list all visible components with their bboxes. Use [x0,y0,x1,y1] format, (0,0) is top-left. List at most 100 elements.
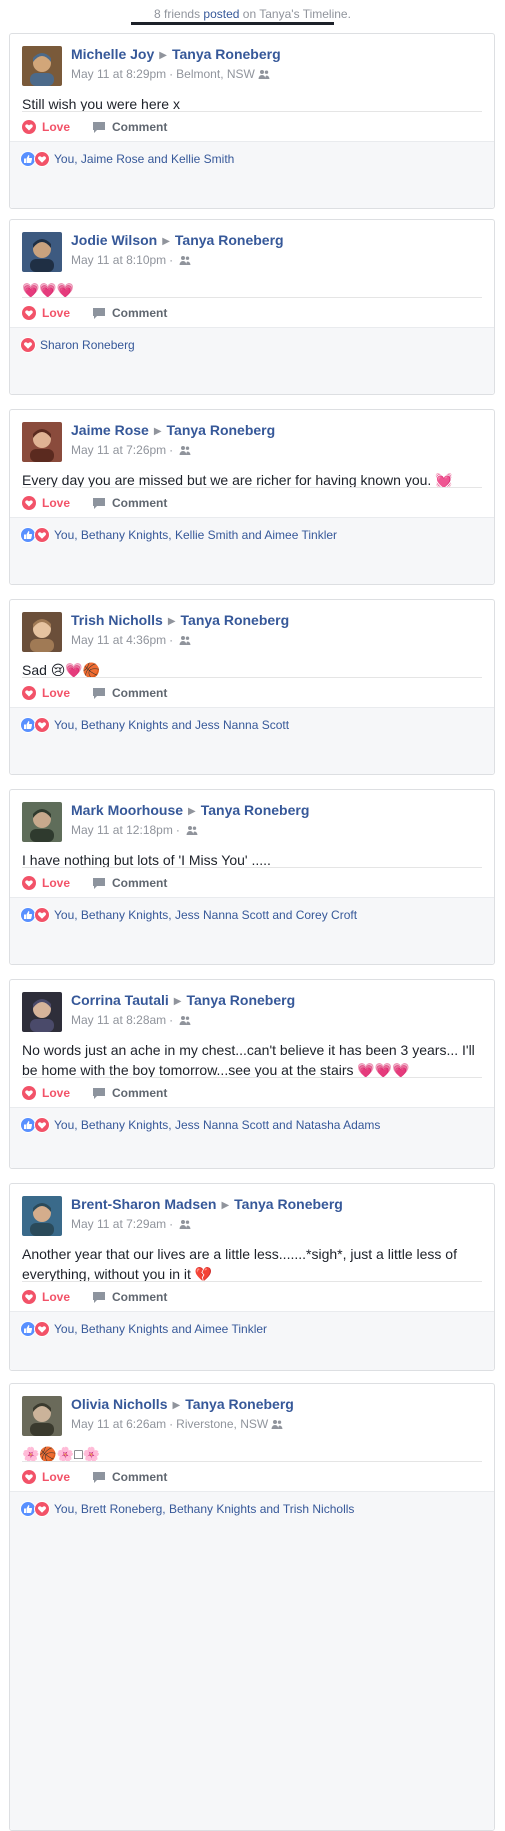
love-label: Love [42,306,71,320]
target-link[interactable]: Tanya Roneberg [185,1396,294,1412]
separator-dot: · [169,443,174,457]
avatar[interactable] [22,422,62,462]
post-card: Jaime Rose ▶ Tanya Roneberg May 11 at 7:26p… [9,409,495,585]
friends-count-link[interactable]: 8 friends [154,7,200,21]
arrow-right-icon: ▶ [167,616,176,627]
reactions-summary[interactable]: You, Bethany Knights and Aimee Tinkler [20,1321,267,1337]
post-header: Olivia Nicholls ▶ Tanya Roneberg May 11 at … [10,1384,494,1436]
reaction-names-link[interactable]: You, Bethany Knights and Aimee Tinkler [54,1322,267,1336]
love-button[interactable]: Love [22,1470,70,1484]
arrow-right-icon: ▶ [188,806,196,817]
location-link[interactable]: Belmont, NSW [176,67,255,81]
reaction-names-link[interactable]: You, Brett Roneberg, Bethany Knights and… [54,1502,354,1516]
post-header: Trish Nicholls ▶ Tanya Roneberg May 11 at 4… [10,600,494,652]
friends-audience-icon[interactable] [179,254,191,265]
comment-button[interactable]: Comment [92,1086,167,1100]
comment-button[interactable]: Comment [92,1290,167,1304]
comment-button[interactable]: Comment [92,686,167,700]
reaction-names-link[interactable]: You, Jaime Rose and Kellie Smith [54,152,234,166]
post-header: Mark Moorhouse ▶ Tanya Roneberg May 11 at 1… [10,790,494,842]
arrow-right-icon: ▶ [153,426,162,437]
love-button[interactable]: Love [22,496,70,510]
love-icon [22,496,36,510]
love-button[interactable]: Love [22,686,70,700]
post-names: Corrina Tautali ▶ Tanya Roneberg [71,992,295,1008]
comment-icon [92,306,106,320]
reactions-summary[interactable]: You, Bethany Knights, Kellie Smith and A… [20,527,337,543]
reactions-bar: You, Jaime Rose and Kellie Smith [10,141,494,208]
avatar[interactable] [22,992,62,1032]
location-link[interactable]: Riverstone, NSW [176,1417,268,1431]
reactions-summary[interactable]: You, Jaime Rose and Kellie Smith [20,151,234,167]
target-link[interactable]: Tanya Roneberg [186,992,295,1008]
reaction-names-link[interactable]: You, Bethany Knights, Kellie Smith and A… [54,528,337,542]
reaction-names-link[interactable]: You, Bethany Knights, Jess Nanna Scott a… [54,1118,380,1132]
comment-icon [92,876,106,890]
target-link[interactable]: Tanya Roneberg [167,422,276,438]
timestamp-link[interactable]: May 11 at 8:10pm [71,253,166,267]
timeline-link[interactable]: on Tanya's Timeline. [243,7,351,21]
target-link[interactable]: Tanya Roneberg [181,612,290,628]
separator-dot: · [175,823,180,837]
timestamp-link[interactable]: May 11 at 4:36pm [71,633,166,647]
reactions-summary[interactable]: You, Bethany Knights and Jess Nanna Scot… [20,717,289,733]
love-button[interactable]: Love [22,120,70,134]
comment-button[interactable]: Comment [92,120,167,134]
arrow-right-icon: ▶ [221,1200,230,1211]
target-link[interactable]: Tanya Roneberg [175,232,284,248]
target-link[interactable]: Tanya Roneberg [234,1196,343,1212]
timestamp-link[interactable]: May 11 at 8:29pm [71,67,166,81]
author-link[interactable]: Jodie Wilson [71,232,157,248]
author-link[interactable]: Olivia Nicholls [71,1396,167,1412]
love-icon [22,306,36,320]
friends-audience-icon[interactable] [179,634,191,645]
reaction-names-link[interactable]: You, Bethany Knights, Jess Nanna Scott a… [54,908,357,922]
friends-audience-icon[interactable] [258,68,270,79]
post-actions: Love Comment [22,1461,482,1492]
avatar[interactable] [22,1396,62,1436]
author-link[interactable]: Mark Moorhouse [71,802,183,818]
friends-audience-icon[interactable] [179,1218,191,1229]
avatar[interactable] [22,46,62,86]
friends-audience-icon[interactable] [271,1418,283,1429]
love-button[interactable]: Love [22,306,70,320]
comment-button[interactable]: Comment [92,876,167,890]
post-meta: May 11 at 8:28am · [71,1013,191,1027]
target-link[interactable]: Tanya Roneberg [172,46,281,62]
posted-link[interactable]: posted [203,7,239,21]
reactions-summary[interactable]: You, Bethany Knights, Jess Nanna Scott a… [20,907,357,923]
comment-button[interactable]: Comment [92,496,167,510]
author-link[interactable]: Corrina Tautali [71,992,169,1008]
friends-audience-icon[interactable] [179,444,191,455]
separator-dot: · [169,1217,174,1231]
comment-button[interactable]: Comment [92,306,167,320]
love-label: Love [42,686,71,700]
love-label: Love [42,120,71,134]
love-button[interactable]: Love [22,1290,70,1304]
timestamp-link[interactable]: May 11 at 8:28am [71,1013,166,1027]
timestamp-link[interactable]: May 11 at 12:18pm [71,823,173,837]
friends-audience-icon[interactable] [179,1014,191,1025]
avatar[interactable] [22,802,62,842]
author-link[interactable]: Trish Nicholls [71,612,163,628]
timestamp-link[interactable]: May 11 at 7:29am [71,1217,166,1231]
target-link[interactable]: Tanya Roneberg [201,802,310,818]
post-text: Another year that our lives are a little… [22,1246,457,1282]
reactions-summary[interactable]: You, Bethany Knights, Jess Nanna Scott a… [20,1117,380,1133]
avatar[interactable] [22,612,62,652]
reactions-summary[interactable]: You, Brett Roneberg, Bethany Knights and… [20,1501,354,1517]
love-button[interactable]: Love [22,1086,70,1100]
timestamp-link[interactable]: May 11 at 7:26pm [71,443,166,457]
reactions-summary[interactable]: Sharon Roneberg [20,337,135,353]
author-link[interactable]: Jaime Rose [71,422,149,438]
friends-audience-icon[interactable] [186,824,198,835]
author-link[interactable]: Michelle Joy [71,46,154,62]
timestamp-link[interactable]: May 11 at 6:26am [71,1417,166,1431]
author-link[interactable]: Brent-Sharon Madsen [71,1196,216,1212]
comment-button[interactable]: Comment [92,1470,167,1484]
reaction-names-link[interactable]: Sharon Roneberg [40,338,135,352]
reaction-names-link[interactable]: You, Bethany Knights and Jess Nanna Scot… [54,718,289,732]
avatar[interactable] [22,1196,62,1236]
avatar[interactable] [22,232,62,272]
love-button[interactable]: Love [22,876,70,890]
